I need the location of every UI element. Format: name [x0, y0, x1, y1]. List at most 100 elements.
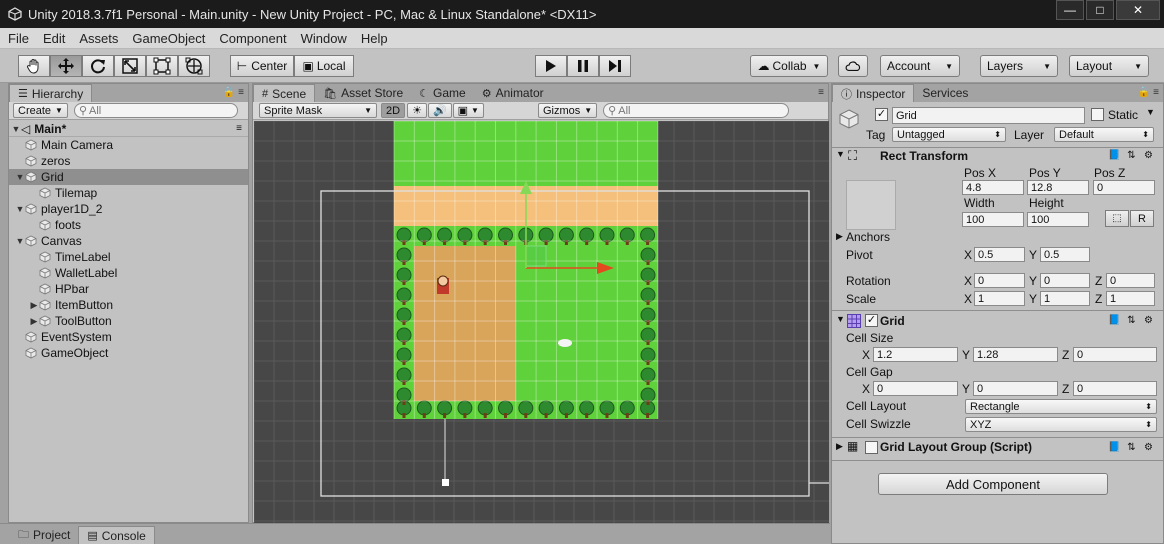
draw-mode-dropdown[interactable]: Sprite Mask ▼ — [259, 103, 377, 118]
close-button[interactable]: ✕ — [1116, 0, 1160, 20]
menu-help[interactable]: Help — [361, 31, 388, 46]
pivot-center-button[interactable]: ⊢ Center — [230, 55, 294, 77]
tab-animator[interactable]: ⚙ Animator — [474, 84, 552, 102]
help-book-icon[interactable]: 📘 — [1108, 149, 1121, 162]
grid-enabled-checkbox[interactable]: ✓ — [865, 314, 878, 327]
rotate-tool-icon[interactable] — [82, 55, 114, 77]
cell-size-x-field[interactable]: 1.2 — [873, 347, 958, 362]
scale-x-field[interactable]: 1 — [974, 291, 1025, 306]
collapsed-arrow-icon[interactable]: ▶ — [29, 316, 39, 327]
pos-z-field[interactable]: 0 — [1093, 180, 1155, 195]
tag-dropdown[interactable]: Untagged ⬍ — [892, 127, 1006, 142]
help-book-icon[interactable]: 📘 — [1108, 314, 1121, 327]
toggle-2d-button[interactable]: 2D — [381, 103, 406, 118]
menu-assets[interactable]: Assets — [79, 31, 118, 46]
pivot-x-field[interactable]: 0.5 — [974, 247, 1025, 262]
scale-z-field[interactable]: 1 — [1106, 291, 1155, 306]
hierarchy-item[interactable]: GameObject — [9, 345, 248, 361]
scene-viewport[interactable] — [254, 121, 829, 524]
object-name-field[interactable]: Grid — [892, 107, 1085, 124]
hand-tool-icon[interactable] — [18, 55, 50, 77]
width-field[interactable]: 100 — [962, 212, 1024, 227]
hierarchy-item[interactable]: ▶ ItemButton — [9, 297, 248, 313]
hierarchy-item[interactable]: zeros — [9, 153, 248, 169]
tab-services[interactable]: Services — [914, 84, 976, 102]
pos-x-field[interactable]: 4.8 — [962, 180, 1024, 195]
cell-swizzle-dropdown[interactable]: XYZ ⬍ — [965, 417, 1157, 432]
add-component-button[interactable]: Add Component — [878, 473, 1108, 495]
collapse-arrow-icon[interactable]: ▼ — [836, 314, 845, 324]
expand-arrow-icon[interactable]: ▼ — [15, 236, 25, 246]
menu-gameobject[interactable]: GameObject — [132, 31, 205, 46]
panel-menu-icon[interactable]: 🔒 ≡ — [223, 87, 244, 98]
rotation-z-field[interactable]: 0 — [1106, 273, 1155, 288]
hierarchy-item[interactable]: foots — [9, 217, 248, 233]
expand-arrow-icon[interactable]: ▶ — [836, 441, 843, 452]
scene-canvas[interactable] — [254, 121, 829, 524]
tab-inspector[interactable]: ⓘ Inspector — [832, 84, 915, 102]
hierarchy-item[interactable]: ▼ player1D_2 — [9, 201, 248, 217]
cloud-services-button[interactable] — [838, 55, 868, 77]
cell-gap-x-field[interactable]: 0 — [873, 381, 958, 396]
pivot-y-field[interactable]: 0.5 — [1040, 247, 1090, 262]
collab-dropdown[interactable]: ☁ Collab ▼ — [750, 55, 828, 77]
audio-toggle[interactable]: 🔊 — [427, 103, 452, 118]
preset-icon[interactable]: ⇅ — [1125, 149, 1138, 162]
menu-edit[interactable]: Edit — [43, 31, 65, 46]
blueprint-mode-button[interactable]: ⬚ — [1105, 210, 1129, 227]
expand-arrow-icon[interactable]: ▶ — [836, 231, 843, 242]
account-dropdown[interactable]: Account ▼ — [880, 55, 960, 77]
pause-button[interactable] — [567, 55, 599, 77]
menu-file[interactable]: File — [8, 31, 29, 46]
settings-gear-icon[interactable]: ⚙ — [1142, 314, 1155, 327]
hierarchy-item[interactable]: ▼ Grid — [9, 169, 248, 185]
active-checkbox[interactable]: ✓ — [875, 108, 888, 121]
menu-component[interactable]: Component — [219, 31, 286, 46]
tab-scene[interactable]: # Scene — [253, 84, 316, 102]
grid-layout-group-checkbox[interactable] — [865, 441, 878, 454]
scale-y-field[interactable]: 1 — [1040, 291, 1090, 306]
create-dropdown[interactable]: Create ▼ — [13, 103, 68, 118]
transform-tool-icon[interactable] — [178, 55, 210, 77]
settings-gear-icon[interactable]: ⚙ — [1142, 149, 1155, 162]
hierarchy-item[interactable]: EventSystem — [9, 329, 248, 345]
anchors-label[interactable]: Anchors — [846, 230, 890, 244]
hierarchy-item[interactable]: Tilemap — [9, 185, 248, 201]
tab-project[interactable]: 🗀 Project — [10, 526, 78, 544]
scene-row[interactable]: ▼ ◁ Main* ≡ — [9, 121, 248, 137]
cell-size-z-field[interactable]: 0 — [1073, 347, 1157, 362]
static-checkbox[interactable] — [1091, 108, 1104, 121]
hierarchy-search-input[interactable]: ⚲ All — [73, 103, 238, 118]
step-button[interactable] — [599, 55, 631, 77]
layout-dropdown[interactable]: Layout ▼ — [1069, 55, 1149, 77]
expand-arrow-icon[interactable]: ▼ — [15, 204, 25, 214]
hierarchy-item[interactable]: WalletLabel — [9, 265, 248, 281]
minimize-button[interactable]: — — [1056, 0, 1084, 20]
raw-edit-button[interactable]: R — [1130, 210, 1154, 227]
pos-y-field[interactable]: 12.8 — [1027, 180, 1089, 195]
cell-size-y-field[interactable]: 1.28 — [973, 347, 1058, 362]
tab-game[interactable]: ☾ Game — [411, 84, 474, 102]
anchor-preset-button[interactable] — [846, 180, 896, 230]
scene-menu-icon[interactable]: ≡ — [236, 123, 242, 134]
hierarchy-item[interactable]: ▼ Canvas — [9, 233, 248, 249]
settings-gear-icon[interactable]: ⚙ — [1142, 441, 1155, 454]
rect-tool-icon[interactable] — [146, 55, 178, 77]
layers-dropdown[interactable]: Layers ▼ — [980, 55, 1058, 77]
expand-arrow-icon[interactable]: ▼ — [15, 172, 25, 182]
move-tool-icon[interactable] — [50, 55, 82, 77]
collapsed-arrow-icon[interactable]: ▶ — [29, 300, 39, 311]
height-field[interactable]: 100 — [1027, 212, 1089, 227]
tab-asset-store[interactable]: 🛍 Asset Store — [315, 84, 411, 102]
lighting-toggle[interactable]: ☀ — [407, 103, 427, 118]
panel-menu-icon[interactable]: ≡ — [818, 87, 824, 98]
cell-gap-y-field[interactable]: 0 — [973, 381, 1058, 396]
hierarchy-item[interactable]: TimeLabel — [9, 249, 248, 265]
tab-hierarchy[interactable]: ☰ Hierarchy — [9, 84, 93, 102]
caret-down-icon[interactable]: ▼ — [1146, 107, 1155, 117]
maximize-button[interactable]: □ — [1086, 0, 1114, 20]
hierarchy-item[interactable]: ▶ ToolButton — [9, 313, 248, 329]
rotation-x-field[interactable]: 0 — [974, 273, 1025, 288]
menu-window[interactable]: Window — [301, 31, 347, 46]
tab-console[interactable]: ▤ Console — [78, 526, 155, 544]
